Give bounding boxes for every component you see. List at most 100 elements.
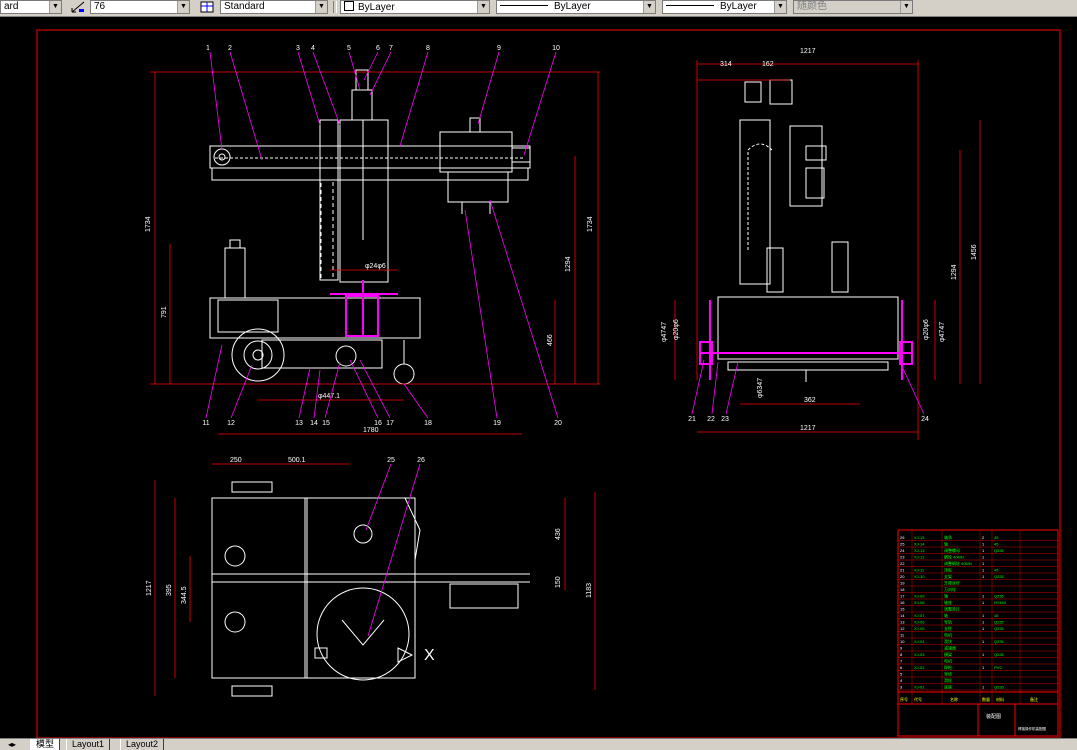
title-block-cell-code: XJ-09 <box>914 594 925 599</box>
tab-layout2[interactable]: Layout2 <box>120 739 165 750</box>
top-cylinder-2 <box>224 611 246 633</box>
callout-8: 8 <box>426 45 430 52</box>
top-wheel-upper <box>231 481 273 493</box>
dim-wheelbase: φ447.1 <box>318 393 340 400</box>
linetype-sample <box>500 5 548 6</box>
top-view-callout-leaders <box>365 463 421 637</box>
color-combo[interactable]: ByLayer ▼ <box>340 0 490 14</box>
table-style-icon[interactable] <box>199 0 215 14</box>
dim-top-right-3: 1183 <box>586 583 593 598</box>
dim-side-top-mid: 162 <box>762 61 774 68</box>
beam-lower <box>211 167 529 181</box>
title-block-cell-no: 4 <box>900 678 903 683</box>
title-block-header: 序号 代号 名称 数量 材料 备注 <box>900 696 1038 702</box>
trolley <box>439 131 513 173</box>
title-block-cell-name: 电机 <box>944 658 952 664</box>
tab-nav-arrows[interactable]: ◂▸ <box>6 739 18 750</box>
dim-side-bottom-mid: 362 <box>804 397 816 404</box>
callout-24: 24 <box>921 416 929 423</box>
callout-15: 15 <box>322 420 330 427</box>
tab-model[interactable]: 模型 <box>30 739 61 750</box>
title-block-cell-code: XJ-05 <box>914 626 925 631</box>
callout-17: 17 <box>386 420 394 427</box>
base-box <box>217 299 279 333</box>
linetype-combo[interactable]: ByLayer ▼ <box>496 0 656 14</box>
top-view-dimensions <box>154 463 596 696</box>
callout-5: 5 <box>347 45 351 52</box>
top-base-left <box>211 497 308 679</box>
title-block-cell-qty: 1 <box>982 594 985 599</box>
properties-toolbar: ard ▼ 76 ▼ Standard ▼ ByLayer ▼ ByLayer ▼ ByL… <box>0 0 1077 17</box>
title-block-cell-name: 电机 <box>944 632 952 638</box>
tab-layout1[interactable]: Layout1 <box>66 739 111 750</box>
title-block-cell-name: 万向轮 <box>944 586 956 592</box>
top-view <box>211 481 530 697</box>
title-block-cell-code: XJ-15 <box>914 535 925 540</box>
column-carriage <box>339 119 389 283</box>
title-block-cell-name: 调整垫片 <box>944 606 960 612</box>
title-block-cell-name: 导线 <box>944 671 952 677</box>
drag-chain <box>320 179 334 281</box>
lineweight-value: ByLayer <box>720 1 757 12</box>
dim-lower-height: 466 <box>547 334 554 346</box>
lineweight-combo[interactable]: ByLayer ▼ <box>662 0 787 14</box>
title-block-cell-name: 支柱 <box>944 625 952 631</box>
front-view-highlight <box>330 280 398 337</box>
title-block-cell-qty: 1 <box>982 665 985 670</box>
title-block-cell-no: 19 <box>900 581 905 586</box>
callout-9: 9 <box>497 45 501 52</box>
chevron-down-icon[interactable]: ▼ <box>315 1 327 13</box>
side-view <box>717 79 899 382</box>
title-block-cell-mat: HT150 <box>994 600 1007 605</box>
side-top-motor <box>744 81 762 103</box>
callout-20: 20 <box>554 420 562 427</box>
trolley-lower <box>447 171 509 203</box>
title-block-cell-code: XJ-01 <box>914 685 925 690</box>
dimension-style-icon[interactable] <box>70 0 86 14</box>
top-turntable-pointer <box>341 619 385 646</box>
title-block-cell-mat: Q235 <box>994 574 1005 579</box>
title-block-cell-name: 滑轮 <box>944 677 952 683</box>
dimension-style-combo[interactable]: 76 ▼ <box>90 0 190 14</box>
table-style-combo[interactable]: Standard ▼ <box>220 0 328 14</box>
title-block-cell-code: XJ-04 <box>914 639 925 644</box>
chevron-down-icon[interactable]: ▼ <box>477 1 489 13</box>
title-block-cell-qty: 1 <box>982 652 985 657</box>
chevron-down-icon[interactable]: ▼ <box>643 1 655 13</box>
title-block-cell-no: 18 <box>900 587 905 592</box>
title-block-cell-no: 16 <box>900 600 905 605</box>
dim-side-top-width: 1217 <box>800 48 816 55</box>
dim-top-inner-left: 395 <box>166 584 173 596</box>
title-block-cell-mat: Q235 <box>994 594 1005 599</box>
callout-10: 10 <box>552 45 560 52</box>
side-carriage-box-2 <box>805 167 825 199</box>
top-arrow <box>397 647 414 663</box>
chevron-down-icon[interactable]: ▼ <box>774 1 786 13</box>
title-block-cell-name: 底座 <box>944 684 952 690</box>
title-block-cell-qty: 1 <box>982 548 985 553</box>
title-block-cell-no: 5 <box>900 672 903 677</box>
title-block-cell-qty: 1 <box>982 574 985 579</box>
dim-side-right-height-1: 1456 <box>971 244 978 260</box>
title-block-cell-qty: 2 <box>982 535 985 540</box>
chevron-down-icon[interactable]: ▼ <box>177 1 189 13</box>
chevron-down-icon[interactable]: ▼ <box>900 1 912 13</box>
callout-3: 3 <box>296 45 300 52</box>
dim-side-top-left: 314 <box>720 61 732 68</box>
title-block-cell-no: 9 <box>900 646 903 651</box>
side-view-callouts: 21 22 23 24 <box>688 416 929 423</box>
mid-wheel <box>335 345 357 367</box>
chevron-down-icon[interactable]: ▼ <box>49 1 61 13</box>
title-block-cell-no: 13 <box>900 620 905 625</box>
side-drag-chain <box>747 143 773 250</box>
title-block-cell-name: 轴承 <box>944 534 952 540</box>
title-block-cell-no: 7 <box>900 659 903 664</box>
drawing-canvas[interactable]: 1734 1734 1294 791 466 1780 φ447.1 φ24φ6… <box>0 16 1077 738</box>
dim-side-bottom-width: 1217 <box>800 425 816 432</box>
torch-cylinder <box>224 247 246 299</box>
plot-style-combo[interactable]: 随颜色 ▼ <box>793 0 913 14</box>
text-style-combo[interactable]: ard ▼ <box>0 0 62 14</box>
title-block-cell-name: 蜗轮 40MN <box>944 554 964 560</box>
title-block-cell-mat: 45 <box>994 535 999 540</box>
callout-11: 11 <box>202 420 209 427</box>
